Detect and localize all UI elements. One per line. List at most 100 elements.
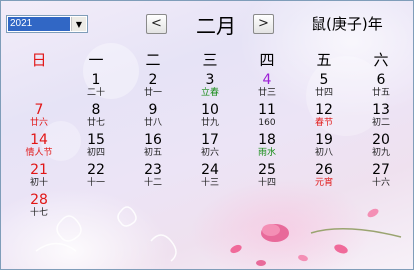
weekday-thursday: 四 <box>259 51 275 69</box>
day-number: 23 <box>144 162 162 178</box>
day-cell[interactable]: 8 廿七 <box>74 102 118 134</box>
month-title: 二月 <box>196 14 236 38</box>
day-number: 6 <box>376 72 386 88</box>
chevron-right-icon: > <box>258 16 269 31</box>
day-number: 16 <box>144 132 162 148</box>
day-cell[interactable]: 28 十七 <box>17 192 61 224</box>
lunar-date: 十一 <box>86 178 105 188</box>
day-cell[interactable]: 14 情人节 <box>17 132 61 164</box>
weekday-monday: 一 <box>88 51 104 69</box>
day-cell[interactable]: 24 十三 <box>188 162 232 194</box>
day-number: 17 <box>201 132 219 148</box>
year-select[interactable]: 2021 ▼ <box>6 15 88 33</box>
day-number: 27 <box>372 162 390 178</box>
weekday-tuesday: 二 <box>145 51 161 69</box>
day-number: 2 <box>148 72 158 88</box>
day-number: 12 <box>315 102 333 118</box>
day-number: 4 <box>262 72 272 88</box>
day-cell[interactable]: 10 廿九 <box>188 102 232 134</box>
day-cell[interactable]: 7 廿六 <box>17 102 61 134</box>
weekday-friday: 五 <box>316 51 332 69</box>
calendar-window: 2021 ▼ < 二月 > 鼠(庚子)年 日 一 二 三 四 五 六 1 二十 2… <box>0 0 414 270</box>
lunar-date: 廿九 <box>200 118 219 128</box>
lunar-date: 初十 <box>29 178 48 188</box>
day-cell[interactable]: 26 元宵 <box>302 162 346 194</box>
day-number: 24 <box>201 162 219 178</box>
solar-term: 雨水 <box>257 148 276 158</box>
day-number: 3 <box>205 72 215 88</box>
day-cell[interactable]: 1 二十 <box>74 72 118 104</box>
day-cell[interactable]: 20 初九 <box>359 132 403 164</box>
day-cell[interactable]: 19 初八 <box>302 132 346 164</box>
day-cell[interactable]: 22 十一 <box>74 162 118 194</box>
zodiac-year-label: 鼠(庚子)年 <box>311 15 383 33</box>
solar-term: 立春 <box>200 88 219 98</box>
lunar-date: 廿八 <box>143 118 162 128</box>
chevron-down-icon[interactable]: ▼ <box>71 17 86 31</box>
lunar-date: 二十 <box>86 88 105 98</box>
day-cell[interactable]: 13 初二 <box>359 102 403 134</box>
weekday-wednesday: 三 <box>202 51 218 69</box>
lunar-date: 160 <box>258 118 276 128</box>
next-month-button[interactable]: > <box>253 14 274 34</box>
day-cell[interactable]: 5 廿四 <box>302 72 346 104</box>
day-cell[interactable]: 17 初六 <box>188 132 232 164</box>
day-cell-today[interactable]: 4 廿三 <box>245 72 289 104</box>
lunar-date: 廿六 <box>29 118 48 128</box>
day-number: 25 <box>258 162 276 178</box>
day-number: 21 <box>30 162 48 178</box>
lunar-date: 初五 <box>143 148 162 158</box>
day-number: 10 <box>201 102 219 118</box>
lunar-date: 十四 <box>257 178 276 188</box>
lunar-date: 初九 <box>371 148 390 158</box>
lunar-date: 十六 <box>371 178 390 188</box>
day-cell[interactable]: 6 廿五 <box>359 72 403 104</box>
lunar-date: 初六 <box>200 148 219 158</box>
weekday-saturday: 六 <box>373 51 389 69</box>
lunar-date: 初四 <box>86 148 105 158</box>
lunar-date: 廿七 <box>86 118 105 128</box>
lunar-date: 廿五 <box>371 88 390 98</box>
day-cell[interactable]: 27 十六 <box>359 162 403 194</box>
day-number: 8 <box>91 102 101 118</box>
lunar-date: 十二 <box>143 178 162 188</box>
festival-label: 情人节 <box>25 148 53 158</box>
weekday-sunday: 日 <box>31 51 47 69</box>
day-number: 9 <box>148 102 158 118</box>
chevron-left-icon: < <box>151 16 162 31</box>
day-cell[interactable]: 9 廿八 <box>131 102 175 134</box>
day-cell[interactable]: 18 雨水 <box>245 132 289 164</box>
day-number: 18 <box>258 132 276 148</box>
day-cell[interactable]: 16 初五 <box>131 132 175 164</box>
day-number: 20 <box>372 132 390 148</box>
day-number: 19 <box>315 132 333 148</box>
day-number: 13 <box>372 102 390 118</box>
day-cell[interactable]: 11 160 <box>245 102 289 134</box>
lunar-date: 廿一 <box>143 88 162 98</box>
year-value: 2021 <box>8 17 70 31</box>
festival-label: 春节 <box>314 118 333 128</box>
day-number: 7 <box>34 102 44 118</box>
lunar-date: 初二 <box>371 118 390 128</box>
day-number: 22 <box>87 162 105 178</box>
day-number: 26 <box>315 162 333 178</box>
day-cell[interactable]: 15 初四 <box>74 132 118 164</box>
day-cell[interactable]: 3 立春 <box>188 72 232 104</box>
lunar-date: 廿三 <box>257 88 276 98</box>
day-number: 1 <box>91 72 101 88</box>
day-cell[interactable]: 25 十四 <box>245 162 289 194</box>
day-cell[interactable]: 21 初十 <box>17 162 61 194</box>
day-number: 15 <box>87 132 105 148</box>
day-number: 11 <box>258 102 276 118</box>
lunar-date: 初八 <box>314 148 333 158</box>
day-cell[interactable]: 2 廿一 <box>131 72 175 104</box>
festival-label: 元宵 <box>314 178 333 188</box>
prev-month-button[interactable]: < <box>146 14 167 34</box>
day-number: 14 <box>30 132 48 148</box>
lunar-date: 廿四 <box>314 88 333 98</box>
day-cell[interactable]: 23 十二 <box>131 162 175 194</box>
day-number: 28 <box>30 192 48 208</box>
day-cell[interactable]: 12 春节 <box>302 102 346 134</box>
lunar-date: 十七 <box>29 208 48 218</box>
lunar-date: 十三 <box>200 178 219 188</box>
